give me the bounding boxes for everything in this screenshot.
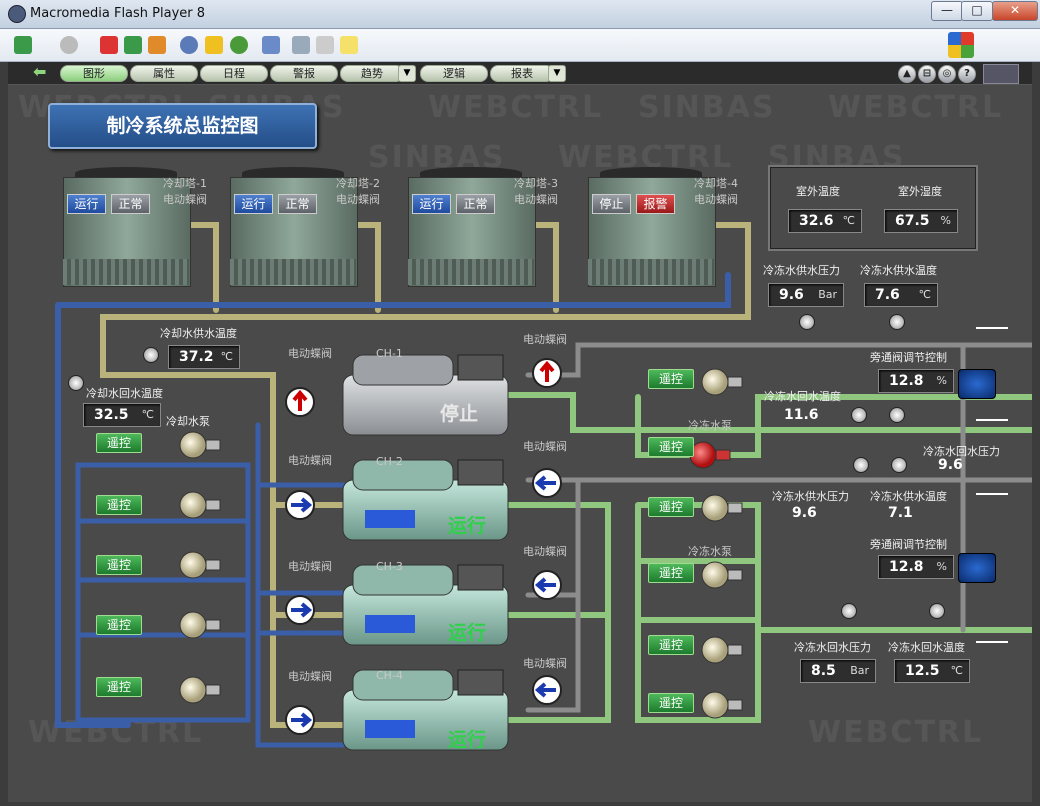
chilled-pump-remote-4[interactable]: 遥控 (648, 563, 694, 583)
chiller-state[interactable]: 运行 (448, 725, 486, 752)
flow-arrow-icon (976, 493, 1008, 495)
bypass-valve-icon[interactable] (958, 369, 996, 399)
chiller-state[interactable]: 运行 (448, 618, 486, 645)
chilled-supply-temp-value-2: 7.1 (888, 505, 913, 521)
chiller-state[interactable]: 停止 (440, 399, 478, 426)
equipment-graphics (179, 354, 743, 751)
app-nav: ⬅ 图形 属性 日程 警报 趋势 ▼ 逻辑 报表 ▼ ▲ ⊟ ◎ ? (8, 62, 1032, 85)
chilled-pump-remote-5[interactable]: 遥控 (648, 635, 694, 655)
nav-schedule[interactable]: 日程 (200, 65, 268, 82)
chilled-return-temp-value: 11.6 (784, 407, 819, 423)
main-canvas: WEBCTRL SINBAS WEBCTRL SINBAS WEBCTRL SI… (8, 85, 1032, 802)
note-icon[interactable] (340, 36, 358, 54)
home-up-icon[interactable]: ▲ (898, 65, 916, 83)
temperature-gauge-icon (851, 407, 867, 423)
cooling-pumps (179, 431, 221, 704)
history-icon[interactable] (230, 36, 248, 54)
print-icon[interactable]: ⊟ (918, 65, 936, 83)
chilled-pump-remote-1[interactable]: 遥控 (648, 369, 694, 389)
pressure-gauge-icon (853, 457, 869, 473)
chilled-return-pressure-value: 9.6 (938, 457, 963, 473)
valve-label: 电动蝶阀 (288, 347, 332, 360)
home-icon[interactable] (148, 36, 166, 54)
chiller-name: CH-4 (376, 669, 403, 682)
help-icon[interactable]: ? (958, 65, 976, 83)
chiller-name: CH-1 (376, 347, 403, 360)
edit-icon[interactable] (316, 36, 334, 54)
bypass-label-2: 旁通阀调节控制 (870, 538, 947, 551)
chilled-pump-label: 冷冻水泵 (688, 419, 732, 432)
bypass-valve-icon[interactable] (958, 553, 996, 583)
pressure-gauge-icon (889, 407, 905, 423)
chilled-pump-remote-3[interactable]: 遥控 (648, 497, 694, 517)
mail-icon[interactable] (262, 36, 280, 54)
refresh-icon[interactable] (124, 36, 142, 54)
stop-icon[interactable] (100, 36, 118, 54)
bypass-value[interactable]: 12.8% (878, 369, 954, 393)
back-arrow-icon[interactable]: ⬅ (33, 64, 57, 80)
nav-alarms[interactable]: 警报 (270, 65, 338, 82)
nav-logic[interactable]: 逻辑 (420, 65, 488, 82)
chilled-pump-label: 冷冻水泵 (688, 545, 732, 558)
valve-label: 电动蝶阀 (523, 545, 567, 558)
chiller-name: CH-2 (376, 455, 403, 468)
back-icon[interactable] (60, 36, 78, 54)
bypass-value-2[interactable]: 12.8% (878, 555, 954, 579)
chilled-supply-pressure-value-2: 9.6 (792, 505, 817, 521)
reports-dropdown-icon[interactable]: ▼ (548, 65, 566, 82)
search-icon[interactable] (180, 36, 198, 54)
toolbar (0, 29, 1040, 62)
flow-arrow-icon (976, 419, 1008, 421)
valve-label: 电动蝶阀 (523, 333, 567, 346)
chillers (342, 354, 509, 751)
maximize-button[interactable]: □ (961, 1, 993, 21)
excel-icon[interactable] (14, 36, 32, 54)
valve-label: 电动蝶阀 (523, 440, 567, 453)
flash-player-icon (8, 5, 26, 23)
chilled-return-temp-value-2: 12.5 ℃ (894, 659, 970, 683)
collapse-panel-icon[interactable] (983, 64, 1019, 84)
nav-graphics[interactable]: 图形 (60, 65, 128, 82)
trends-dropdown-icon[interactable]: ▼ (398, 65, 416, 82)
bypass-label: 旁通阀调节控制 (870, 351, 947, 364)
chilled-supply-temp-label-2: 冷冻水供水温度 (870, 490, 947, 503)
chilled-pump-remote-2[interactable]: 遥控 (648, 437, 694, 457)
pressure-gauge-icon (841, 603, 857, 619)
valve-label: 电动蝶阀 (288, 454, 332, 467)
minimize-button[interactable]: — (931, 1, 963, 21)
temperature-gauge-icon (929, 603, 945, 619)
window-title-bar: Macromedia Flash Player 8 — □ ✕ (0, 0, 1040, 29)
chilled-return-temp-label-2: 冷冻水回水温度 (888, 641, 965, 654)
flow-arrow-icon (976, 641, 1008, 643)
close-button[interactable]: ✕ (992, 1, 1038, 21)
chilled-return-temp-label: 冷冻水回水温度 (764, 390, 841, 403)
chilled-supply-pressure-label-2: 冷冻水供水压力 (772, 490, 849, 503)
valve-label: 电动蝶阀 (288, 670, 332, 683)
nav-trends[interactable]: 趋势 (340, 65, 404, 82)
valve-label: 电动蝶阀 (288, 560, 332, 573)
windows-logo-icon (948, 32, 974, 58)
chilled-pump-remote-6[interactable]: 遥控 (648, 693, 694, 713)
favorites-icon[interactable] (205, 36, 223, 54)
temperature-gauge-icon (891, 457, 907, 473)
chilled-return-pressure-label-2: 冷冻水回水压力 (794, 641, 871, 654)
window-title: Macromedia Flash Player 8 (30, 6, 206, 21)
chiller-state[interactable]: 运行 (448, 511, 486, 538)
settings-icon[interactable]: ◎ (938, 65, 956, 83)
chilled-return-pressure-value-2: 8.5 Bar (800, 659, 876, 683)
print-icon[interactable] (292, 36, 310, 54)
nav-properties[interactable]: 属性 (130, 65, 198, 82)
valve-label: 电动蝶阀 (523, 657, 567, 670)
chiller-name: CH-3 (376, 560, 403, 573)
nav-reports[interactable]: 报表 (490, 65, 554, 82)
